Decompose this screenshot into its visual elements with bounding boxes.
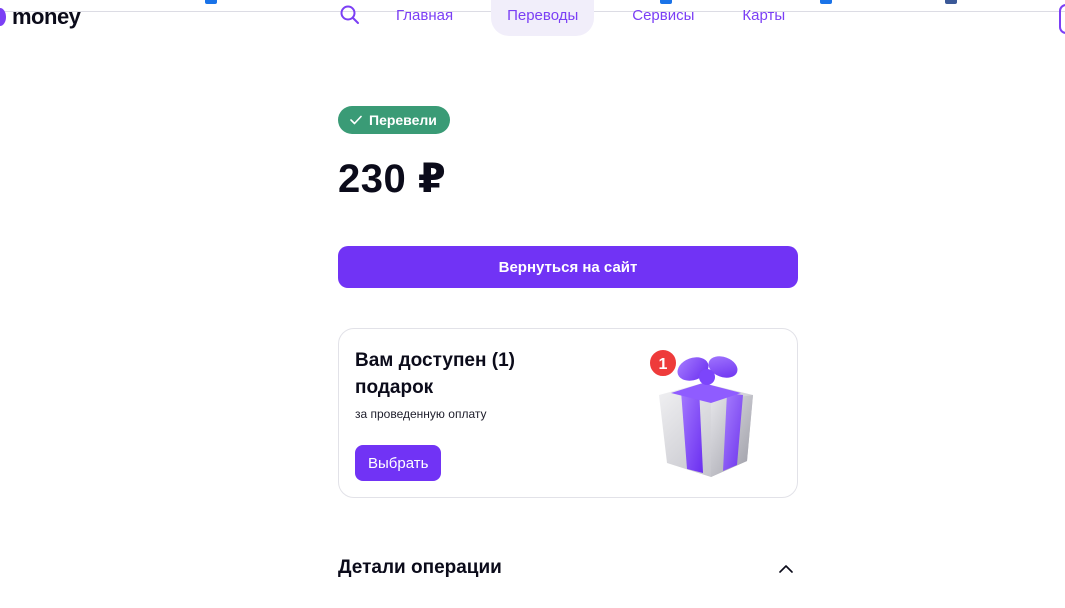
chevron-up-icon[interactable] <box>776 558 796 578</box>
nav-item-services[interactable]: Сервисы <box>622 0 704 36</box>
choose-gift-button[interactable]: Выбрать <box>355 445 442 481</box>
gift-subtitle: за проведенную оплату <box>355 407 487 421</box>
gift-card: Вам доступен (1) подарок за проведенную … <box>338 328 798 498</box>
status-badge-label: Перевели <box>369 112 437 128</box>
details-title: Детали операции <box>338 557 502 578</box>
main-nav: Главная Переводы Сервисы Карты <box>338 0 823 36</box>
check-icon <box>350 115 362 125</box>
profile-button[interactable] <box>1059 4 1065 34</box>
payment-amount: 230 ₽ <box>338 157 447 201</box>
status-badge: Перевели <box>338 106 450 134</box>
nav-item-cards[interactable]: Карты <box>732 0 795 36</box>
logo-text: money <box>12 4 81 29</box>
gift-box-icon: 1 <box>648 348 753 477</box>
browser-tab-icon <box>205 0 217 4</box>
browser-tab-icon <box>945 0 957 4</box>
nav-item-transfers[interactable]: Переводы <box>491 0 595 36</box>
logo-mark <box>0 8 6 26</box>
gift-count-badge: 1 <box>659 356 668 373</box>
operation-details-toggle[interactable]: Детали операции <box>338 554 798 582</box>
gift-title: Вам доступен (1) подарок <box>355 350 515 398</box>
site-logo[interactable]: money <box>0 4 81 30</box>
search-icon[interactable] <box>338 3 362 27</box>
return-to-site-button[interactable]: Вернуться на сайт <box>338 246 798 288</box>
nav-item-home[interactable]: Главная <box>386 0 463 36</box>
